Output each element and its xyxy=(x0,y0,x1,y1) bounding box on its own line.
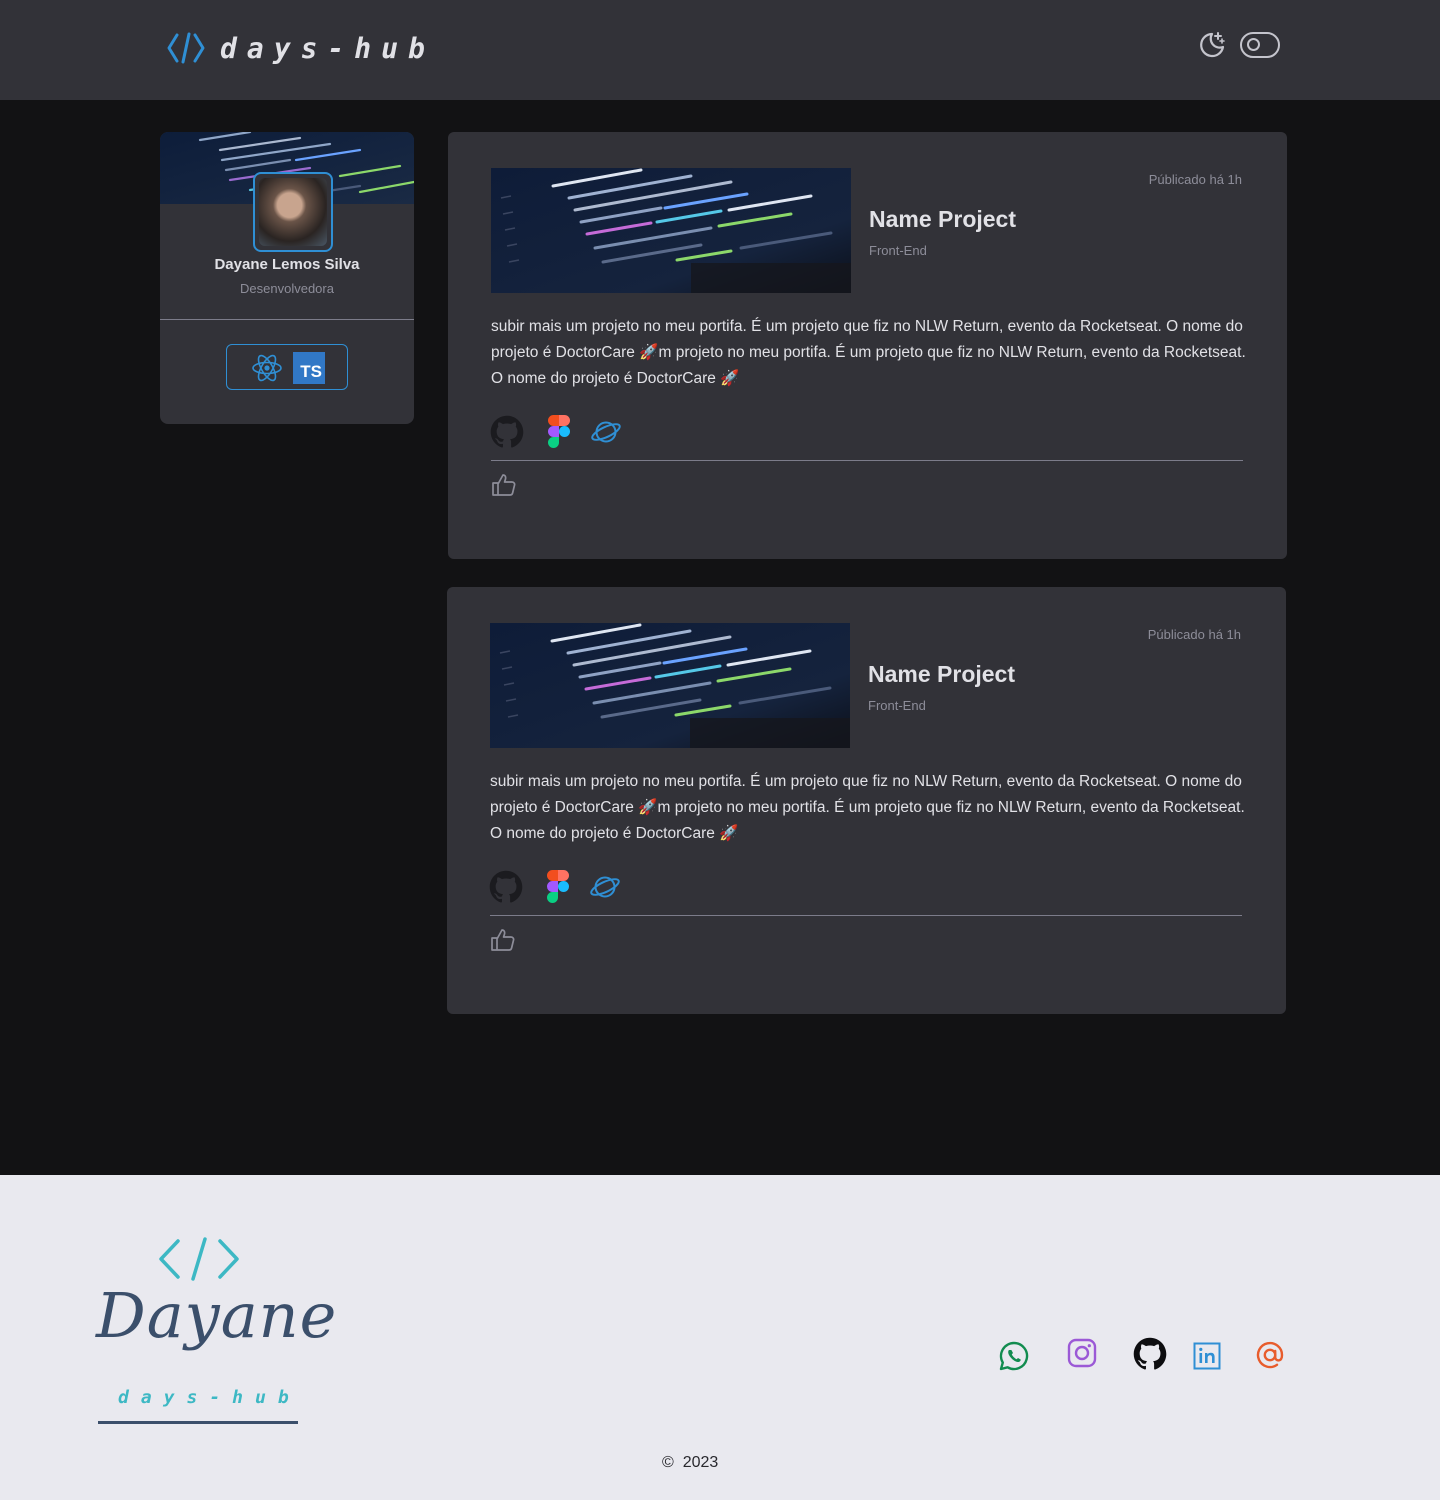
post-links xyxy=(490,415,670,449)
post-date: Públicado há 1h xyxy=(1148,172,1242,187)
footer-logo-name: Dayane xyxy=(96,1279,338,1352)
copyright-symbol: © xyxy=(662,1454,674,1471)
like-icon[interactable] xyxy=(491,472,517,498)
project-post: Públicado há 1h Name Project Front-End s… xyxy=(447,587,1286,1014)
profile-name: Dayane Lemos Silva xyxy=(214,256,360,273)
brand-logo[interactable]: days-hub xyxy=(166,30,435,66)
planet-icon[interactable] xyxy=(590,417,622,447)
toggle-knob xyxy=(1247,38,1260,51)
post-description: subir mais um projeto no meu portifa. É … xyxy=(490,773,1245,842)
profile-card: Dayane Lemos Silva Desenvolvedora TS xyxy=(160,132,414,424)
code-icon xyxy=(159,1237,239,1281)
brand-name: days-hub xyxy=(220,31,435,65)
divider xyxy=(491,460,1243,461)
whatsapp-icon[interactable] xyxy=(998,1340,1030,1372)
post-date: Públicado há 1h xyxy=(1147,627,1241,642)
footer-logo-underline xyxy=(98,1421,298,1424)
like-icon[interactable] xyxy=(490,927,516,953)
email-at-icon[interactable] xyxy=(1255,1340,1285,1370)
project-post: Públicado há 1h Name Project Front-End s… xyxy=(448,132,1287,559)
footer: Dayane days-hub © 2023 xyxy=(0,1175,1440,1500)
react-icon[interactable] xyxy=(251,353,283,383)
profile-role: Desenvolvedora xyxy=(240,281,334,296)
post-links xyxy=(489,870,669,904)
instagram-icon[interactable] xyxy=(1067,1338,1097,1368)
theme-toggle[interactable] xyxy=(1240,32,1280,58)
top-navbar: days-hub xyxy=(0,0,1440,100)
github-icon[interactable] xyxy=(1133,1337,1167,1371)
tech-stack: TS xyxy=(226,344,348,390)
divider xyxy=(160,319,414,320)
project-thumbnail[interactable] xyxy=(491,168,851,293)
github-icon[interactable] xyxy=(490,415,524,449)
post-category: Front-End xyxy=(869,243,927,258)
post-title[interactable]: Name Project xyxy=(869,206,1016,233)
planet-icon[interactable] xyxy=(589,872,621,902)
copyright-year: 2023 xyxy=(682,1454,719,1471)
figma-icon[interactable] xyxy=(547,870,569,903)
post-title[interactable]: Name Project xyxy=(868,661,1015,688)
copyright: © 2023 xyxy=(662,1454,718,1472)
footer-logo-subtitle: days-hub xyxy=(118,1387,301,1408)
post-description: subir mais um projeto no meu portifa. É … xyxy=(491,318,1246,387)
linkedin-icon[interactable] xyxy=(1193,1342,1221,1370)
avatar[interactable] xyxy=(253,172,333,252)
figma-icon[interactable] xyxy=(548,415,570,448)
post-category: Front-End xyxy=(868,698,926,713)
code-icon xyxy=(167,32,205,64)
project-thumbnail[interactable] xyxy=(490,623,850,748)
avatar-photo xyxy=(259,178,327,246)
moon-stars-icon[interactable] xyxy=(1196,30,1226,60)
github-icon[interactable] xyxy=(489,870,523,904)
divider xyxy=(490,915,1242,916)
typescript-icon[interactable]: TS xyxy=(293,352,325,384)
